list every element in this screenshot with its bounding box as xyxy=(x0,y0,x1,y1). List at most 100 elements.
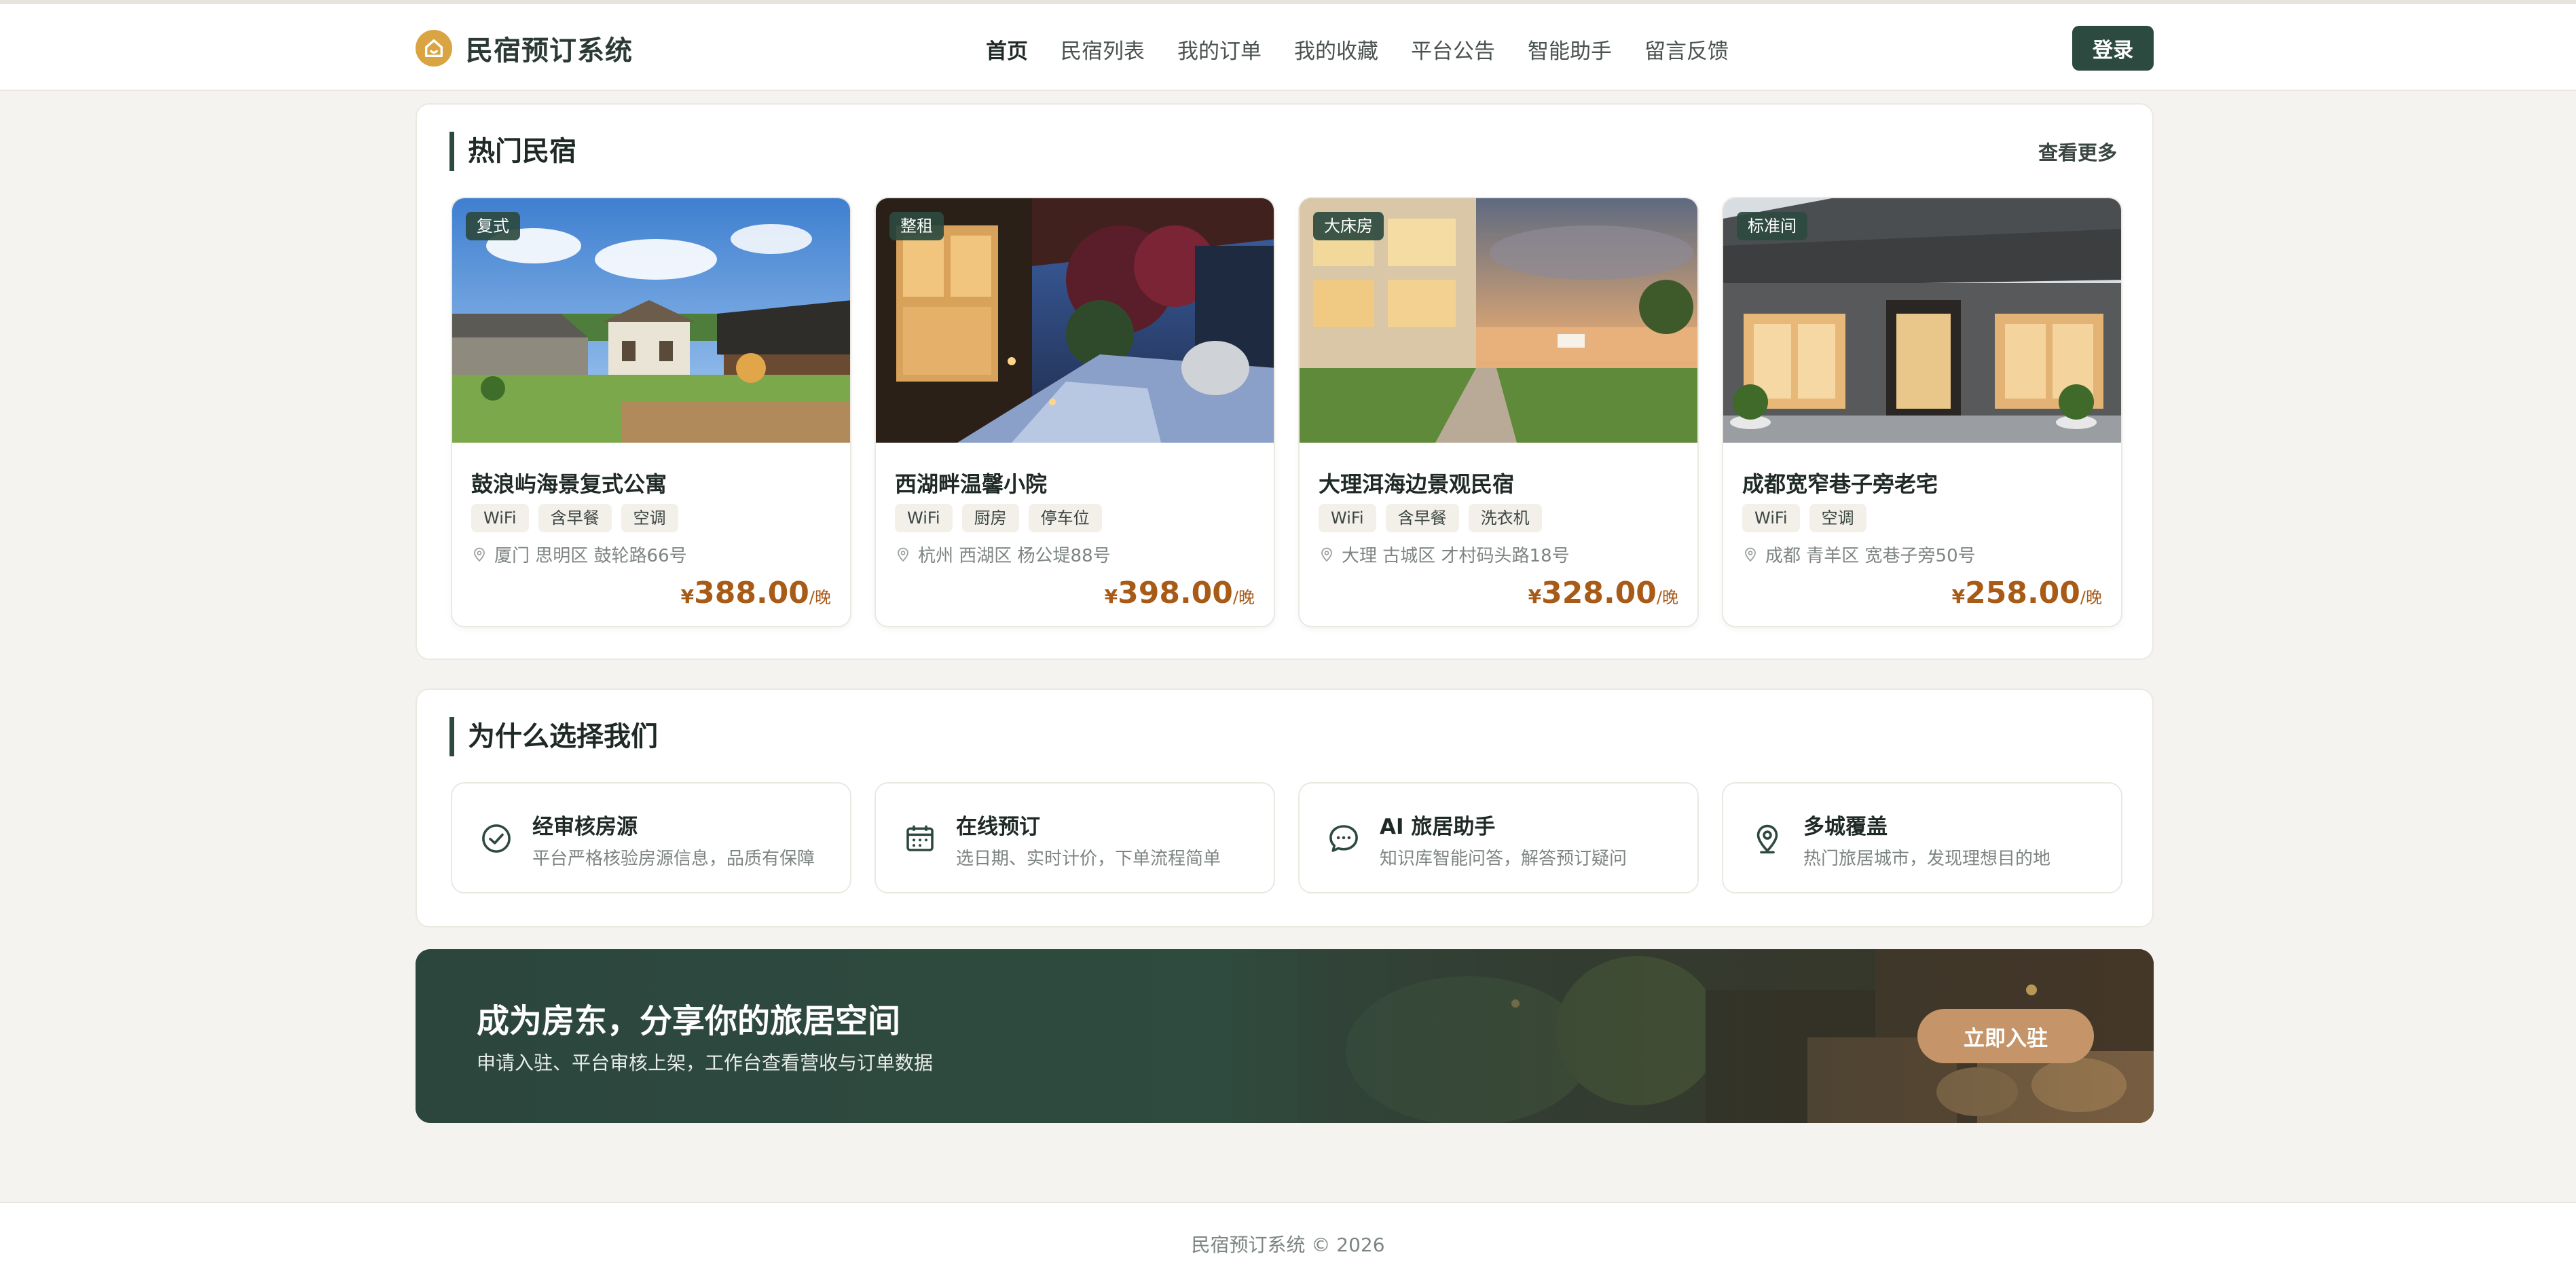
price-unit: /晚 xyxy=(1232,588,1255,607)
price-unit: /晚 xyxy=(809,588,831,607)
banner-title: 成为房东，分享你的旅居空间 xyxy=(477,1002,901,1040)
feature-title: 多城覆盖 xyxy=(1803,815,1888,839)
nav-item-announcements[interactable]: 平台公告 xyxy=(1411,34,1495,65)
listing-price: ¥388.00/晚 xyxy=(681,576,831,610)
copyright-text: 民宿预订系统 © 2026 xyxy=(1191,1234,1385,1256)
amenity-tag: WiFi xyxy=(895,504,953,532)
listing-name: 鼓浪屿海景复式公寓 xyxy=(471,471,667,497)
map-pin-icon xyxy=(1756,824,1778,854)
location-pin-icon xyxy=(474,547,485,561)
amenity-tag: WiFi xyxy=(1319,504,1376,532)
amenity-tag: WiFi xyxy=(471,504,529,532)
feature-title: AI 旅居助手 xyxy=(1380,815,1496,839)
brand[interactable]: 民宿预订系统 xyxy=(416,29,633,68)
address-text: 成都 青羊区 宽巷子旁50号 xyxy=(1765,546,1976,566)
nav-item-home[interactable]: 首页 xyxy=(986,34,1028,65)
location-pin-icon xyxy=(898,547,908,561)
nav-item-my-orders[interactable]: 我的订单 xyxy=(1177,34,1262,65)
room-type-badge: 整租 xyxy=(889,212,944,240)
price-currency: ¥ xyxy=(1104,585,1118,608)
listing-photo: 标准间 xyxy=(1723,198,2121,443)
address-text: 厦门 思明区 鼓轮路66号 xyxy=(494,546,687,566)
feature-desc: 知识库智能问答，解答预订疑问 xyxy=(1380,849,1627,869)
section-title: 热门民宿 xyxy=(449,132,576,171)
listing-price: ¥398.00/晚 xyxy=(1105,576,1255,610)
main-nav: 首页 民宿列表 我的订单 我的收藏 平台公告 智能助手 留言反馈 xyxy=(986,34,1729,65)
listing-address: 大理 古城区 才村码头路18号 xyxy=(1319,542,1570,567)
amenity-tag: 空调 xyxy=(621,504,678,532)
become-host-banner: 成为房东，分享你的旅居空间 申请入驻、平台审核上架，工作台查看营收与订单数据 立… xyxy=(416,949,2154,1123)
nav-item-listings[interactable]: 民宿列表 xyxy=(1061,34,1145,65)
location-pin-icon xyxy=(1321,547,1332,561)
listing-photo: 整租 xyxy=(876,198,1274,443)
amenity-tags: WiFi 含早餐 洗衣机 xyxy=(1319,504,1542,532)
amenity-tag: 洗衣机 xyxy=(1468,504,1542,532)
listing-card[interactable]: 大床房 大理洱海边景观民宿 WiFi 含早餐 洗衣机 大理 古城区 才村码头路1… xyxy=(1298,197,1699,627)
why-choose-us-section: 为什么选择我们 经审核房源 平台严格核验房源信息，品质有保障 在线预订 选日期、… xyxy=(416,688,2154,927)
site-footer: 民宿预订系统 © 2026 xyxy=(0,1202,2576,1271)
room-type-badge: 大床房 xyxy=(1313,212,1384,240)
room-type-badge: 复式 xyxy=(466,212,520,240)
hot-listings-section: 热门民宿 查看更多 复式 鼓浪屿海景复式公寓 WiFi 含早餐 空调 厦门 思明… xyxy=(416,103,2154,660)
listing-address: 杭州 西湖区 杨公堤88号 xyxy=(895,542,1111,567)
feature-card: 经审核房源 平台严格核验房源信息，品质有保障 xyxy=(451,782,851,894)
login-button[interactable]: 登录 xyxy=(2072,26,2154,71)
listing-photo: 大床房 xyxy=(1300,198,1697,443)
feature-card: AI 旅居助手 知识库智能问答，解答预订疑问 xyxy=(1298,782,1699,894)
listing-name: 成都宽窄巷子旁老宅 xyxy=(1742,471,1938,497)
check-circle-icon xyxy=(482,824,511,853)
brand-name: 民宿预订系统 xyxy=(466,35,633,67)
calendar-icon xyxy=(906,825,934,851)
room-type-badge: 标准间 xyxy=(1737,212,1807,240)
listing-card[interactable]: 整租 西湖畔温馨小院 WiFi 厨房 停车位 杭州 西湖区 杨公堤88号 ¥39… xyxy=(875,197,1275,627)
amenity-tag: WiFi xyxy=(1742,504,1800,532)
feature-desc: 选日期、实时计价，下单流程简单 xyxy=(956,849,1221,869)
join-now-button[interactable]: 立即入驻 xyxy=(1917,1009,2094,1063)
listing-name: 大理洱海边景观民宿 xyxy=(1319,471,1515,497)
amenity-tag: 空调 xyxy=(1809,504,1866,532)
feature-list: 经审核房源 平台严格核验房源信息，品质有保障 在线预订 选日期、实时计价，下单流… xyxy=(451,782,2122,894)
amenity-tag: 厨房 xyxy=(961,504,1019,532)
amenity-tag: 停车位 xyxy=(1028,504,1102,532)
nav-item-favorites[interactable]: 我的收藏 xyxy=(1294,34,1378,65)
listing-card[interactable]: 标准间 成都宽窄巷子旁老宅 WiFi 空调 成都 青羊区 宽巷子旁50号 ¥25… xyxy=(1722,197,2122,627)
price-value: 388.00 xyxy=(694,576,809,610)
banner-subtitle: 申请入驻、平台审核上架，工作台查看营收与订单数据 xyxy=(477,1052,934,1074)
view-more-link[interactable]: 查看更多 xyxy=(2038,137,2117,166)
price-value: 328.00 xyxy=(1541,576,1657,610)
price-unit: /晚 xyxy=(2080,588,2102,607)
listing-price: ¥258.00/晚 xyxy=(1952,576,2102,610)
listing-cards: 复式 鼓浪屿海景复式公寓 WiFi 含早餐 空调 厦门 思明区 鼓轮路66号 ¥… xyxy=(451,197,2122,627)
listing-address: 成都 青羊区 宽巷子旁50号 xyxy=(1742,542,1976,567)
house-logo-icon xyxy=(416,30,452,67)
chat-bubble-icon xyxy=(1329,825,1358,852)
price-unit: /晚 xyxy=(1656,588,1678,607)
feature-title: 经审核房源 xyxy=(532,815,638,839)
listing-address: 厦门 思明区 鼓轮路66号 xyxy=(471,542,687,567)
feature-card: 多城覆盖 热门旅居城市，发现理想目的地 xyxy=(1722,782,2122,894)
amenity-tag: 含早餐 xyxy=(1385,504,1459,532)
location-pin-icon xyxy=(1745,547,1756,561)
listing-price: ¥328.00/晚 xyxy=(1528,576,1678,610)
listing-name: 西湖畔温馨小院 xyxy=(895,471,1048,497)
site-header: 民宿预订系统 首页 民宿列表 我的订单 我的收藏 平台公告 智能助手 留言反馈 … xyxy=(0,4,2576,91)
feature-desc: 热门旅居城市，发现理想目的地 xyxy=(1803,849,2051,869)
address-text: 大理 古城区 才村码头路18号 xyxy=(1342,546,1570,566)
section-title: 为什么选择我们 xyxy=(449,717,658,756)
nav-item-assistant[interactable]: 智能助手 xyxy=(1528,34,1612,65)
amenity-tag: 含早餐 xyxy=(538,504,612,532)
nav-item-feedback[interactable]: 留言反馈 xyxy=(1644,34,1729,65)
amenity-tags: WiFi 厨房 停车位 xyxy=(895,504,1102,532)
listing-photo: 复式 xyxy=(452,198,850,443)
listing-card[interactable]: 复式 鼓浪屿海景复式公寓 WiFi 含早餐 空调 厦门 思明区 鼓轮路66号 ¥… xyxy=(451,197,851,627)
amenity-tags: WiFi 空调 xyxy=(1742,504,1866,532)
amenity-tags: WiFi 含早餐 空调 xyxy=(471,504,678,532)
price-currency: ¥ xyxy=(680,585,695,608)
price-currency: ¥ xyxy=(1951,585,1966,608)
price-currency: ¥ xyxy=(1528,585,1542,608)
feature-card: 在线预订 选日期、实时计价，下单流程简单 xyxy=(875,782,1275,894)
address-text: 杭州 西湖区 杨公堤88号 xyxy=(918,546,1111,566)
price-value: 258.00 xyxy=(1965,576,2080,610)
feature-title: 在线预订 xyxy=(956,815,1040,839)
feature-desc: 平台严格核验房源信息，品质有保障 xyxy=(532,849,815,869)
